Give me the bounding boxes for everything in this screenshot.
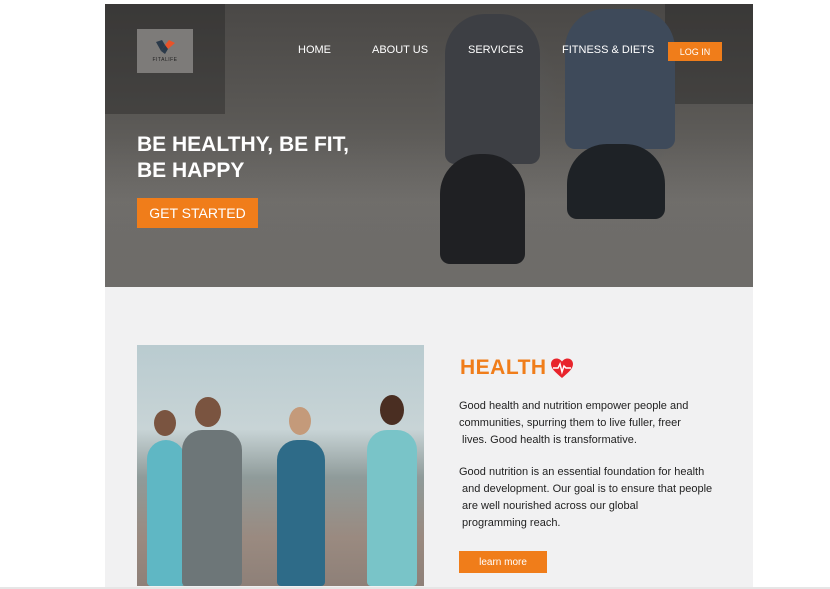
health-paragraph-1: Good health and nutrition empower people… <box>459 398 688 449</box>
health-title: HEALTH <box>460 356 547 379</box>
runner-woman-figure <box>445 14 540 164</box>
person-head <box>154 410 176 436</box>
main-nav: HOME ABOUT US SERVICES FITNESS & DIETS <box>105 43 753 67</box>
runner-woman-legs <box>440 154 525 264</box>
group-running-photo <box>137 345 424 586</box>
runner-man-figure <box>565 9 675 149</box>
person-figure <box>367 430 417 586</box>
paragraph-line: Good nutrition is an essential foundatio… <box>459 466 705 478</box>
hero-title: BE HEALTHY, BE FIT, BE HAPPY <box>137 132 397 184</box>
health-paragraph-2: Good nutrition is an essential foundatio… <box>459 464 712 532</box>
person-head <box>380 395 404 425</box>
paragraph-line: and development. Our goal is to ensure t… <box>459 483 713 495</box>
paragraph-line: communities, spurring them to live fulle… <box>459 417 681 429</box>
nav-about-us[interactable]: ABOUT US <box>372 44 428 56</box>
learn-more-button[interactable]: learn more <box>459 551 547 573</box>
paragraph-line: lives. Good health is transformative. <box>459 434 637 446</box>
hero-title-line1: BE HEALTHY, BE FIT, <box>137 133 349 156</box>
heart-pulse-icon <box>551 358 573 378</box>
get-started-button[interactable]: GET STARTED <box>137 198 258 228</box>
nav-home[interactable]: HOME <box>298 44 331 56</box>
paragraph-line: Good health and nutrition empower people… <box>459 400 689 412</box>
hero-banner: FITALIFE HOME ABOUT US SERVICES FITNESS … <box>105 4 753 287</box>
person-figure <box>182 430 242 586</box>
nav-fitness-diets[interactable]: FITNESS & DIETS <box>562 44 654 56</box>
person-head <box>289 407 311 435</box>
runner-man-shorts <box>567 144 665 219</box>
person-head <box>195 397 221 427</box>
login-button[interactable]: LOG IN <box>668 42 722 61</box>
paragraph-line: programming reach. <box>459 517 561 529</box>
person-figure <box>147 440 185 586</box>
person-figure <box>277 440 325 586</box>
nav-services[interactable]: SERVICES <box>468 44 523 56</box>
paragraph-line: are well nourished across our global <box>459 500 639 512</box>
health-section: HEALTH Good health and nutrition empower… <box>105 287 753 587</box>
hero-title-line2: BE HAPPY <box>137 159 245 182</box>
